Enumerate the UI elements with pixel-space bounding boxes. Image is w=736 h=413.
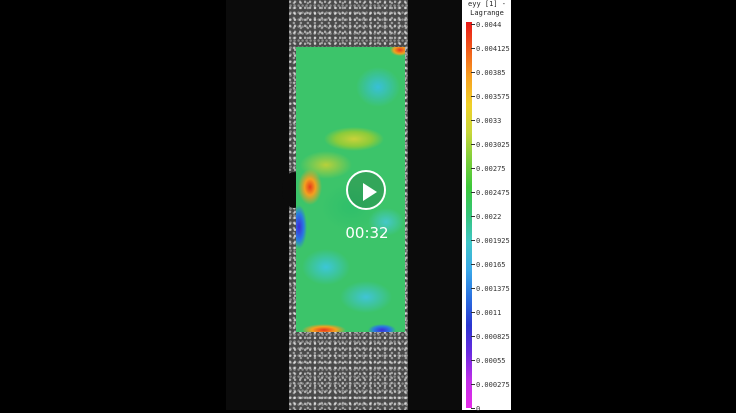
- legend-tick: 0.000825: [471, 333, 510, 341]
- strain-legend: eyy [1] - Lagrange 0.0044 0.004125 0.00385…: [462, 0, 511, 413]
- legend-tick: 0.0022: [470, 213, 502, 221]
- video-timestamp: 00:32: [345, 224, 389, 242]
- legend-ticks: 0.0044 0.004125 0.00385 0.003575 0.0033 0.003…: [462, 0, 511, 413]
- legend-tick: 0.001375: [471, 285, 510, 293]
- legend-tick: 0.004125: [471, 45, 510, 53]
- legend-tick: 0.001925: [471, 237, 510, 245]
- legend-tick: 0.000275: [471, 381, 510, 389]
- legend-tick: 0.0011: [470, 309, 502, 317]
- play-icon[interactable]: [363, 183, 377, 201]
- video-player[interactable]: 00:32 eyy [1] - Lagrange 0.0044 0.004125 0…: [0, 0, 736, 413]
- legend-tick: 0.00385: [471, 69, 506, 77]
- legend-tick: 0.00275: [471, 165, 506, 173]
- legend-tick: 0.002475: [471, 189, 510, 197]
- legend-tick: 0.003575: [471, 93, 510, 101]
- play-button[interactable]: [346, 170, 386, 210]
- legend-tick: 0.0044: [470, 21, 502, 29]
- legend-tick: 0.0033: [470, 117, 502, 125]
- legend-tick: 0: [470, 405, 481, 413]
- legend-tick: 0.00165: [471, 261, 506, 269]
- legend-tick: 0.00055: [471, 357, 506, 365]
- legend-tick: 0.003025: [471, 141, 510, 149]
